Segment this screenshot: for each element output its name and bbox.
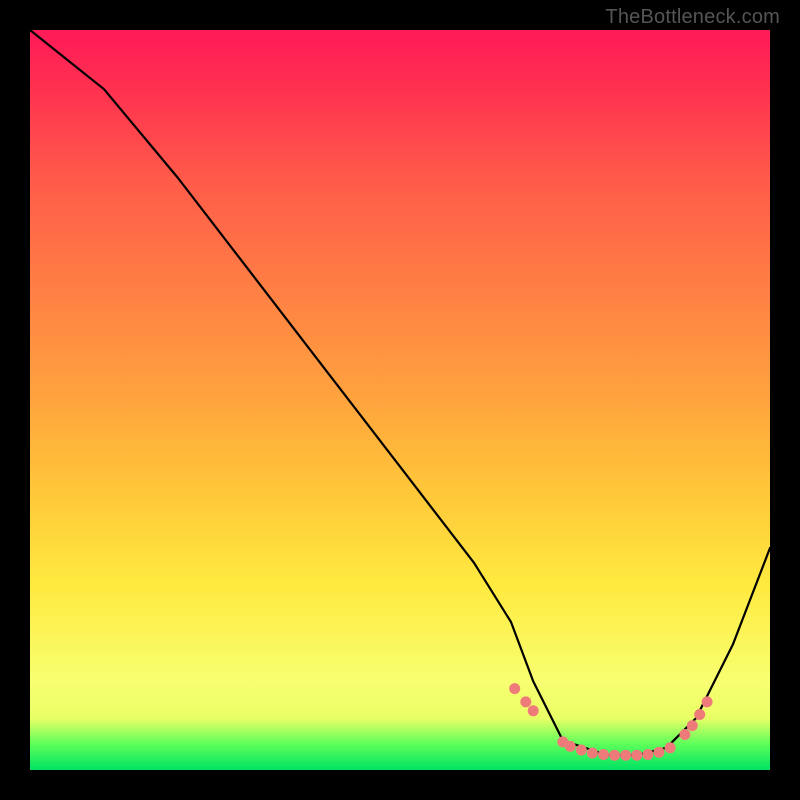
- optimal-dot: [702, 696, 713, 707]
- optimal-dot: [665, 742, 676, 753]
- bottleneck-curve: [30, 30, 770, 755]
- optimal-dot: [565, 741, 576, 752]
- optimal-dot: [576, 745, 587, 756]
- watermark-text: TheBottleneck.com: [605, 6, 780, 29]
- optimal-dot: [654, 747, 665, 758]
- optimal-dot: [609, 750, 620, 761]
- optimal-dot: [509, 683, 520, 694]
- optimal-dot: [520, 696, 531, 707]
- optimal-dot: [642, 749, 653, 760]
- optimal-dot: [687, 720, 698, 731]
- optimal-dot: [694, 709, 705, 720]
- optimal-dot: [631, 750, 642, 761]
- optimal-dot: [587, 748, 598, 759]
- chart-gradient-background: [30, 30, 770, 770]
- optimal-dot: [620, 750, 631, 761]
- optimal-dot: [598, 749, 609, 760]
- bottleneck-chart: [30, 30, 770, 770]
- optimal-dot: [679, 729, 690, 740]
- optimal-dot: [528, 705, 539, 716]
